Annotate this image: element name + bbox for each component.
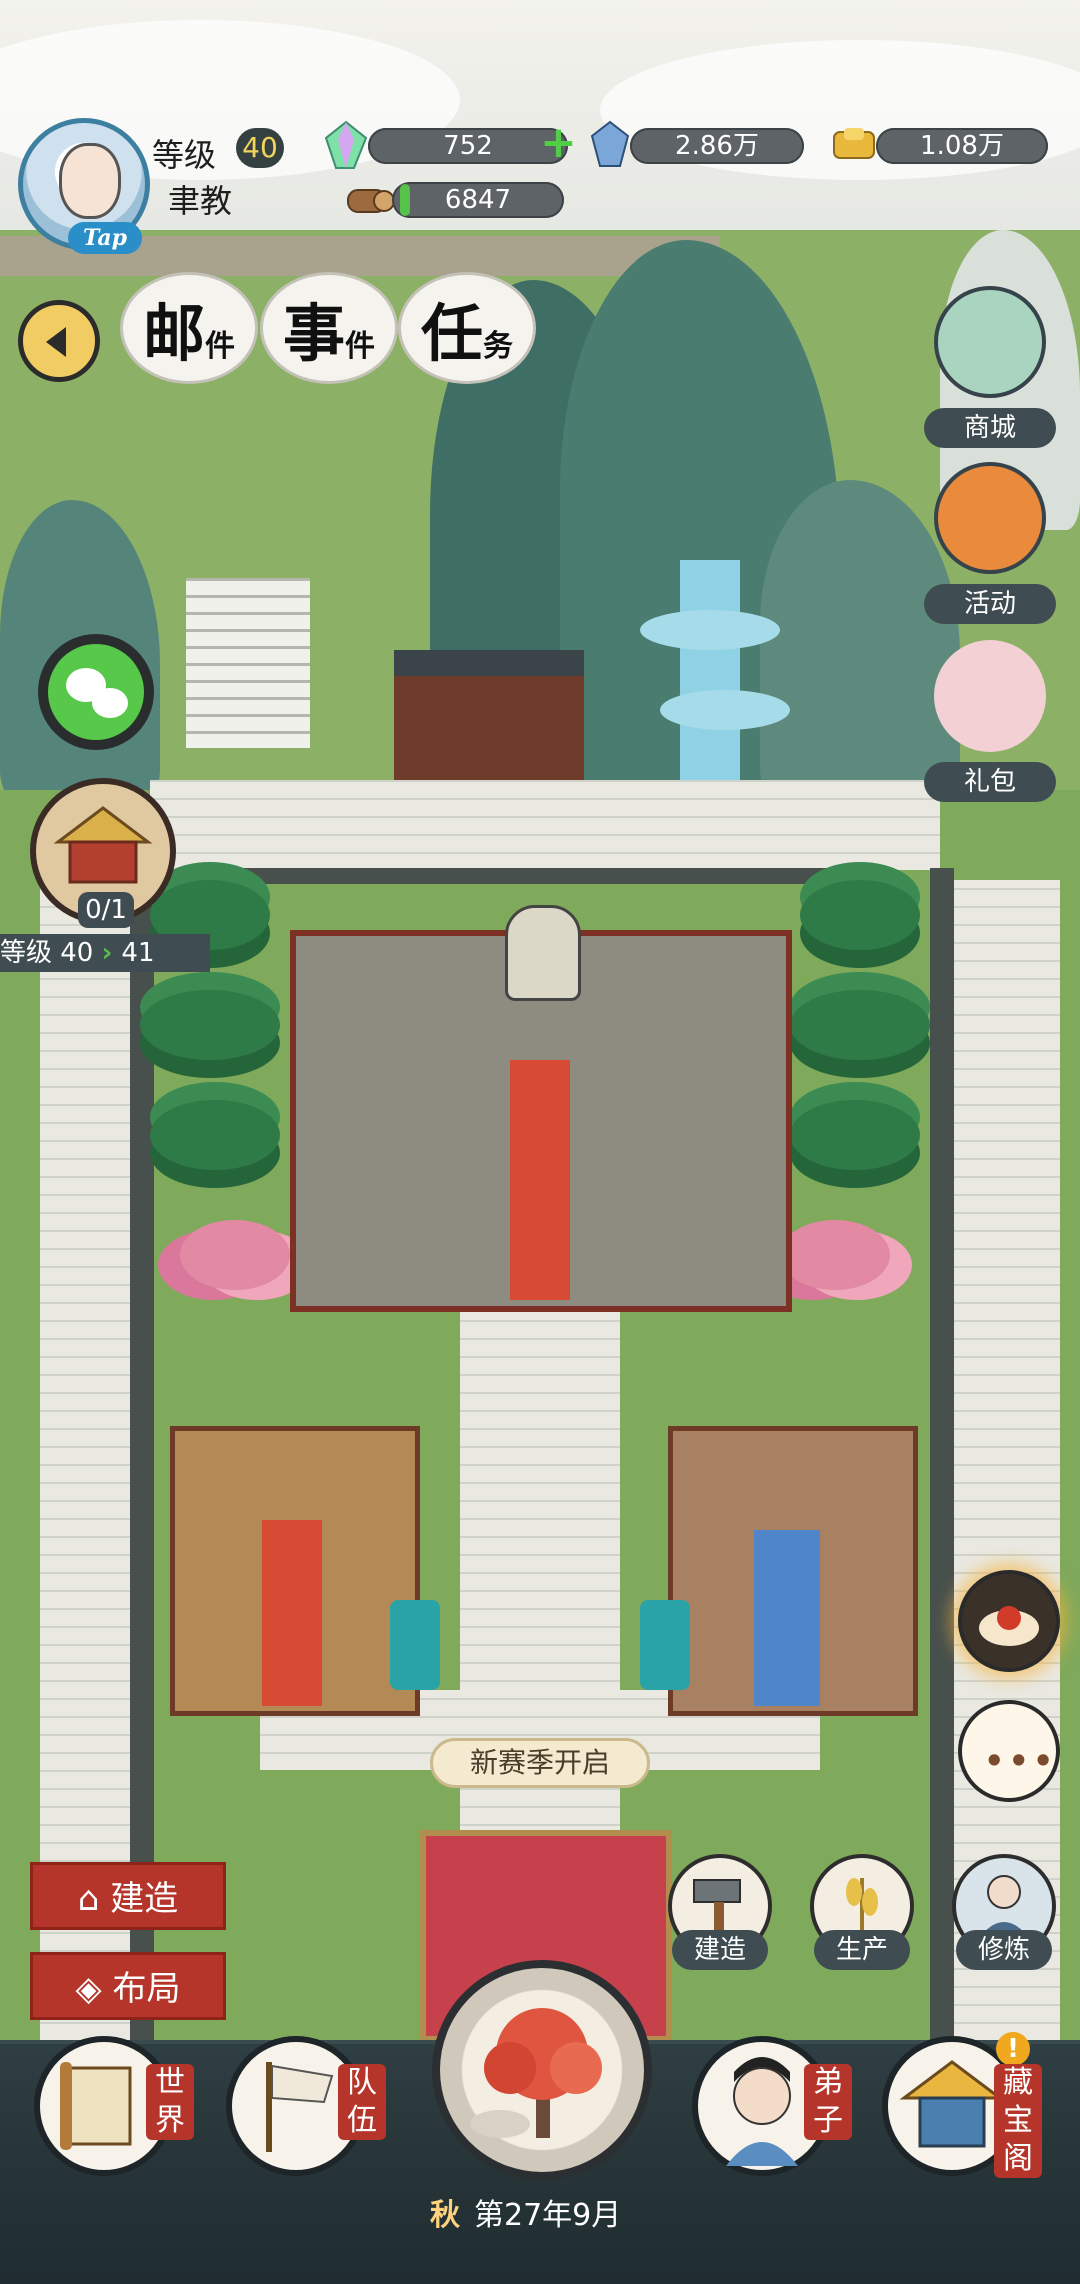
sect-name: 聿教 [168,182,233,220]
right-room-carpet [754,1530,820,1706]
upgrade-progress: 0/1 [78,892,134,928]
jade-lantern [640,1600,690,1690]
team-tag: 队 伍 [338,2064,386,2140]
add-resource-button[interactable]: + [540,121,577,165]
level-label: 等级 [152,136,217,174]
wechat-icon [48,644,144,740]
pine-tree [800,880,920,950]
left-room-carpet [262,1520,322,1706]
game-date: 第27年9月 [474,2198,622,2233]
back-arrow-icon [46,327,66,357]
level-to: 41 [121,938,155,968]
mail-button[interactable]: 邮 件 [120,272,258,384]
treasure-char-1: 藏 [1003,2065,1033,2100]
treasure-tag: 藏 宝 阁 [994,2064,1042,2178]
rainbow-crystal-icon [324,120,368,169]
mail-big-char: 邮 [142,297,205,370]
gold-ingot-icon [833,128,875,159]
events-big-char: 事 [282,297,345,370]
back-button[interactable] [18,300,100,382]
produce-label: 生产 [814,1930,910,1970]
pine-tree [140,990,280,1060]
events-button[interactable]: 事 件 [260,272,398,384]
arrow-right-icon: › [101,938,122,968]
gift-girl-icon[interactable] [934,640,1046,752]
grid-icon: ◈ [75,1969,113,2009]
master-statue [505,905,581,1001]
new-season-notice[interactable]: 新赛季开启 [430,1738,650,1788]
chat-bubble-icon: ••• [984,1742,1058,1780]
events-small-char: 件 [345,329,375,364]
shop-icon[interactable] [934,286,1046,398]
house-icon: ⌂ [77,1879,111,1919]
level-up-bar: 等级 40 › 41 [0,934,210,972]
mail-small-char: 件 [205,329,235,364]
waterfall [680,560,740,780]
activity-label[interactable]: 活动 [924,584,1056,624]
treasure-char-2: 宝 [1003,2103,1033,2138]
gold-value: 1.08万 [876,128,1048,164]
world-char-2: 界 [155,2103,185,2138]
season-date: 秋第27年9月 [430,2190,621,2234]
level-from: 等级 40 [0,938,94,968]
pool [640,610,780,650]
maple-tree-icon [470,2008,602,2138]
avatar-face [59,143,121,219]
shop-label[interactable]: 商城 [924,408,1056,448]
wood-log-icon [347,189,394,213]
pine-tree [150,1100,280,1170]
level-value: 40 [236,128,284,168]
jade-lantern [390,1600,440,1690]
team-char-1: 队 [347,2065,377,2100]
world-tag: 世 界 [146,2064,194,2140]
hand-orb-icon [979,1606,1039,1646]
spirit-stone-value: 752 [368,128,568,164]
hall-carpet [510,1060,570,1300]
build-tool-label: 建造 [672,1930,768,1970]
wood-progress-fill [400,184,410,216]
season-name: 秋 [430,2198,460,2233]
wood-value: 6847 [392,182,564,218]
pine-tree [790,990,930,1060]
team-char-2: 伍 [347,2103,377,2138]
stone-plaza [150,780,940,870]
layout-mode-label: 布局 [112,1969,181,2009]
tasks-big-char: 任 [420,297,483,370]
right-wall [930,868,954,2048]
disciple-char-2: 子 [813,2103,843,2138]
layout-mode-button[interactable]: ◈ 布局 [30,1952,226,2020]
treasure-char-3: 阁 [1003,2141,1033,2176]
build-mode-button[interactable]: ⌂ 建造 [30,1862,226,1930]
stairs [186,578,310,748]
alert-badge-icon: ! [996,2032,1030,2066]
pine-tree [790,1100,920,1170]
gift-label[interactable]: 礼包 [924,762,1056,802]
wechat-bubble [92,688,128,718]
build-mode-label: 建造 [110,1879,179,1919]
disciple-char-1: 弟 [813,2065,843,2100]
pool [660,690,790,730]
blue-crystal-icon [590,120,630,167]
tasks-small-char: 务 [483,329,513,364]
cherry-tree [780,1220,890,1290]
tasks-button[interactable]: 任 务 [398,272,536,384]
top-wall [230,868,880,884]
spirit-orb-button[interactable] [958,1570,1060,1672]
cultivate-label: 修炼 [956,1930,1052,1970]
crystal-value: 2.86万 [630,128,804,164]
cherry-tree [180,1220,290,1290]
world-char-1: 世 [155,2065,185,2100]
wechat-button[interactable] [38,634,154,750]
season-clock[interactable] [432,1960,652,2180]
activity-lantern-icon[interactable] [934,462,1046,574]
chat-button[interactable]: ••• [958,1700,1060,1802]
disciple-tag: 弟 子 [804,2064,852,2140]
tap-badge[interactable]: Tap [68,222,142,254]
